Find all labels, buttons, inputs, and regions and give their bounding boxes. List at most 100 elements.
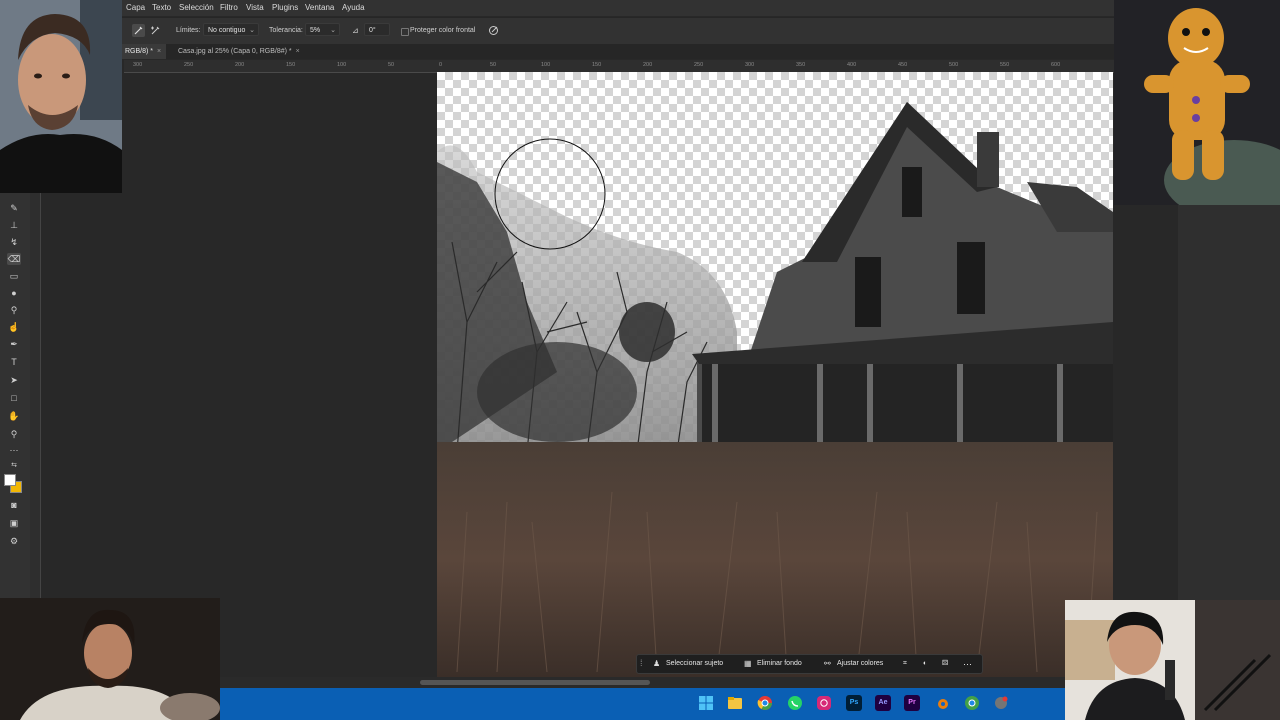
menu-capa[interactable]: Capa [126,3,145,12]
right-panel-area [1178,205,1280,600]
angle-input[interactable]: 0° [364,23,390,36]
type-tool-icon[interactable]: T [7,356,21,368]
more-tools-icon[interactable]: ⋯ [7,444,21,456]
dodge-tool-icon[interactable]: ⚲ [7,304,21,316]
webcam-person-image [0,0,122,193]
tab-active-document[interactable]: RGB/8) * × [120,44,167,59]
ruler-tick: 250 [694,62,704,68]
screen-mode-icon[interactable]: ▣ [7,517,21,529]
image-icon: ▦ [744,659,752,668]
webcam-top-left [0,0,122,193]
close-icon[interactable]: × [157,48,161,55]
remove-background-button[interactable]: ▦ Eliminar fondo [744,658,802,670]
swap-colors-icon[interactable]: ⇆ [7,460,21,472]
chevron-down-icon: ⌄ [249,27,255,34]
ruler-tick: 150 [286,62,296,68]
horizontal-scrollbar[interactable] [220,677,1065,688]
chrome-alt-icon[interactable] [964,695,980,711]
adjust-colors-button[interactable]: ⚯ Ajustar colores [824,658,883,670]
instagram-icon[interactable] [816,695,832,711]
adjustment-layer-icon[interactable]: ⚄ [942,658,948,670]
ruler-tick: 150 [592,62,602,68]
pen-tool-icon[interactable]: ✒ [7,338,21,350]
ruler-tick: 350 [796,62,806,68]
select-subject-button[interactable]: ♟ Seleccionar sujeto [653,658,723,670]
limits-label: Límites: [176,27,201,34]
gradient-tool-icon[interactable]: ▭ [7,270,21,282]
ruler-tick: 200 [643,62,653,68]
document-tabs: RGB/8) * × Casa.jpg al 25% (Capa 0, RGB/8… [0,44,1280,59]
tolerance-value: 5% [310,27,321,34]
menu-filtro[interactable]: Filtro [220,3,238,12]
limits-value: No contiguo [208,27,246,34]
ruler-tick: 450 [898,62,908,68]
ruler-tick: 400 [847,62,857,68]
gingerbread-figure-image [1114,0,1280,205]
smudge-tool-icon[interactable]: ☝ [7,321,21,333]
transform-icon[interactable]: ⌗ [903,658,907,670]
zoom-tool-icon[interactable]: ⚲ [7,428,21,440]
menu-ventana[interactable]: Ventana [305,3,334,12]
limits-dropdown[interactable]: No contiguo ⌄ [203,23,259,36]
after-effects-icon[interactable]: Ae [875,695,891,711]
quick-mask-icon[interactable]: ◙ [7,499,21,511]
menu-plugins[interactable]: Plugins [272,3,298,12]
menu-seleccion[interactable]: Selección [179,3,214,12]
angle-icon: ⊿ [352,26,359,35]
image-canvas[interactable] [437,72,1113,678]
close-icon[interactable]: × [296,48,300,55]
options-bar: Límites: No contiguo ⌄ Tolerancia: 5% ⌄ … [0,17,1280,44]
blender-icon[interactable] [934,695,950,711]
chrome-icon[interactable] [757,695,773,711]
drag-handle-icon[interactable]: ⁞ [640,657,643,669]
menu-vista[interactable]: Vista [246,3,264,12]
app-icon[interactable] [993,695,1009,711]
ruler-tick: 600 [1051,62,1061,68]
tolerance-input[interactable]: 5% ⌄ [305,23,340,36]
blur-tool-icon[interactable]: ● [7,287,21,299]
ruler-tick: 0 [439,62,443,68]
remove-background-label: Eliminar fondo [757,660,802,667]
menu-texto[interactable]: Texto [152,3,171,12]
tools-panel: ✎ ⊥ ↯ ⌫ ▭ ● ⚲ ☝ ✒ T ➤ □ ✋ ⚲ ⋯ ⇆ ◙ ▣ ⚙ [0,190,31,600]
windows-start-icon[interactable] [698,695,714,711]
adjust-icon: ⚯ [824,659,831,668]
protect-color-checkbox[interactable] [401,28,409,36]
ruler-tick: 100 [337,62,347,68]
eraser-mode-button[interactable] [149,24,162,37]
hand-tool-icon[interactable]: ✋ [7,410,21,422]
ruler-tick: 300 [133,62,143,68]
stamp-tool-icon[interactable]: ⊥ [7,219,21,231]
person-icon: ♟ [653,659,661,668]
ruler-tick: 100 [541,62,551,68]
webcam-top-right [1114,0,1280,205]
rectangle-tool-icon[interactable]: □ [7,392,21,404]
premiere-icon[interactable]: Pr [904,695,920,711]
ruler-tick: 300 [745,62,755,68]
pressure-brush-icon[interactable] [487,24,500,37]
path-selection-icon[interactable]: ➤ [7,374,21,386]
tab-label: Casa.jpg al 25% (Capa 0, RGB/8#) * [178,48,292,55]
windows-taskbar: Ps Ae Pr [220,688,1065,720]
ruler-tick: 50 [490,62,497,68]
edit-toolbar-icon[interactable]: ⚙ [7,535,21,547]
foreground-color-swatch[interactable] [4,474,16,486]
scrollbar-thumb[interactable] [420,680,650,685]
whatsapp-icon[interactable] [787,695,803,711]
vertical-ruler [30,190,41,600]
ruler-tick: 550 [1000,62,1010,68]
angle-value: 0° [369,27,376,34]
tab-casa-document[interactable]: Casa.jpg al 25% (Capa 0, RGB/8#) * × [173,44,305,59]
background-eraser-tool-icon[interactable]: ⌫ [7,253,21,265]
history-brush-icon[interactable]: ↯ [7,236,21,248]
contextual-task-bar: ⁞ ♟ Seleccionar sujeto ▦ Eliminar fondo ⚯ A… [636,654,983,674]
menu-ayuda[interactable]: Ayuda [342,3,365,12]
more-options-icon[interactable]: ⋯ [963,658,972,670]
webcam-bottom-right [1065,600,1280,720]
brush-tool-icon[interactable]: ✎ [7,202,21,214]
file-explorer-icon[interactable] [727,695,743,711]
mask-icon[interactable]: ◐ [923,658,927,670]
chevron-down-icon: ⌄ [330,27,336,34]
new-selection-button[interactable] [132,24,145,37]
photoshop-icon[interactable]: Ps [846,695,862,711]
